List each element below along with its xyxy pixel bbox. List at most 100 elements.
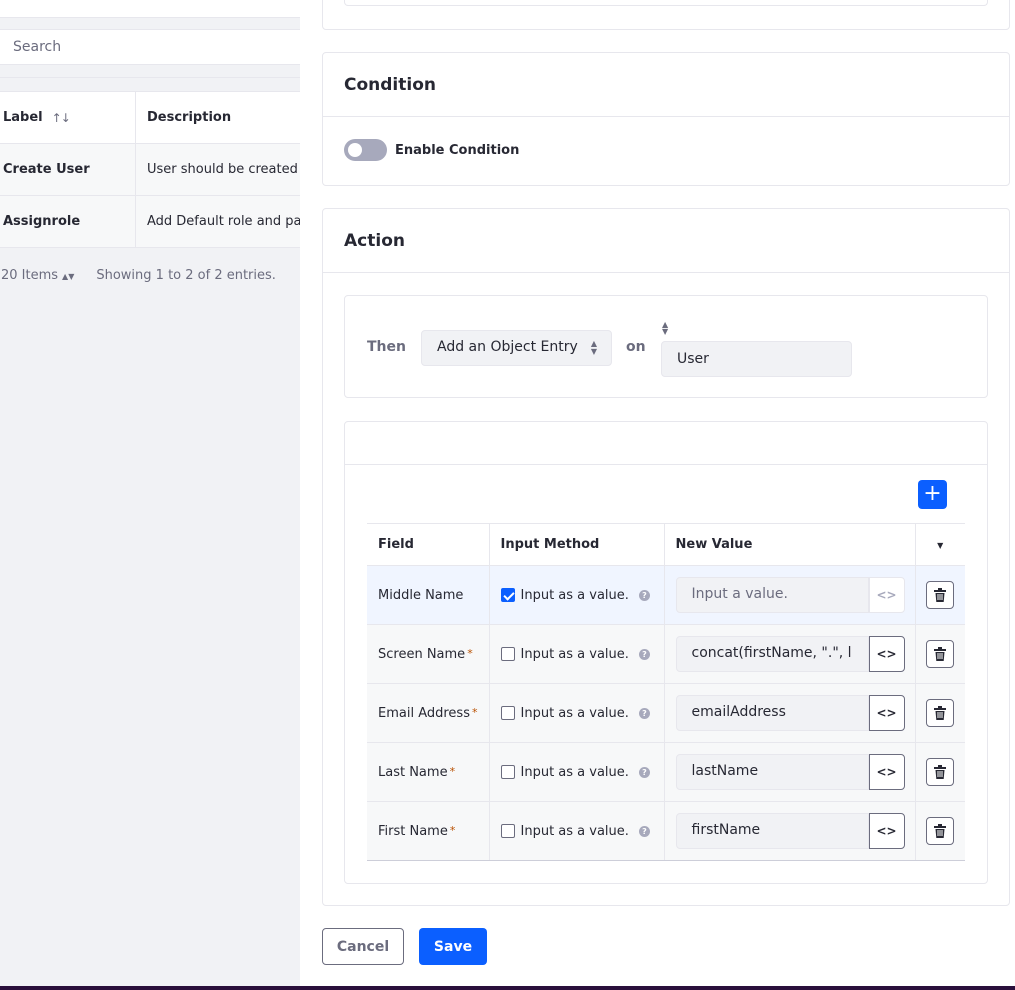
new-value-cell: Input a value. <>	[664, 565, 916, 625]
column-new-value: New Value	[664, 523, 916, 566]
delete-cell	[915, 742, 965, 802]
delete-button[interactable]	[926, 699, 955, 727]
panel-bottom-border	[0, 986, 1015, 990]
field-name: First Name *	[367, 801, 490, 861]
input-as-value-checkbox[interactable]	[500, 647, 515, 661]
trash-icon	[934, 647, 947, 661]
fields-table-header: Field Input Method New Value ▼	[367, 523, 965, 566]
table-row: First Name * Input as a value.? firstName…	[367, 801, 965, 861]
delete-button[interactable]	[926, 758, 955, 786]
value-input[interactable]: firstName	[675, 813, 869, 849]
table-header: Label ↑↓ Description	[0, 92, 300, 144]
code-icon[interactable]: <>	[868, 636, 905, 672]
then-row: Then Add an Object Entry ▲ ▼ on ▲ ▼ User	[344, 295, 988, 398]
value-input[interactable]: concat(firstName, ".", l	[675, 636, 869, 672]
field-name: Middle Name	[367, 565, 490, 625]
input-as-value-checkbox[interactable]	[500, 765, 515, 779]
column-label[interactable]: Label ↑↓	[0, 92, 136, 143]
column-input-method: Input Method	[489, 523, 665, 566]
row-label[interactable]: Create User	[0, 144, 136, 195]
input-method-cell: Input as a value.?	[489, 565, 665, 625]
action-card: Action Then Add an Object Entry ▲ ▼ on ▲ ▼…	[322, 208, 1010, 906]
objects-table: Label ↑↓ Description Create User User sho…	[0, 77, 300, 248]
input-method-cell: Input as a value.?	[489, 624, 665, 684]
delete-cell	[915, 683, 965, 743]
input-as-value-checkbox[interactable]	[500, 824, 515, 838]
delete-button[interactable]	[926, 817, 955, 845]
field-name: Last Name *	[367, 742, 490, 802]
column-field: Field	[367, 523, 490, 566]
value-input[interactable]: Input a value.	[675, 577, 869, 613]
condition-card: Condition Enable Condition	[322, 52, 1010, 186]
delete-cell	[915, 565, 965, 625]
new-value-cell: concat(firstName, ".", l <>	[664, 624, 916, 684]
enable-condition-toggle[interactable]	[344, 139, 387, 161]
input-as-value-checkbox[interactable]	[500, 588, 515, 602]
input-method-cell: Input as a value.?	[489, 683, 665, 743]
column-description: Description	[147, 110, 232, 125]
help-icon[interactable]: ?	[638, 589, 650, 601]
fields-mapping-box: + Field Input Method New Value ▼ Middle …	[344, 421, 988, 884]
cancel-button[interactable]: Cancel	[322, 928, 404, 965]
value-input[interactable]: lastName	[675, 754, 869, 790]
code-icon[interactable]: <>	[868, 577, 905, 613]
then-label: Then	[367, 339, 406, 355]
sort-icon[interactable]: ↑↓	[52, 111, 71, 125]
row-label[interactable]: Assignrole	[0, 196, 136, 247]
required-icon: *	[449, 764, 456, 778]
help-icon[interactable]: ?	[638, 707, 650, 719]
required-icon: *	[471, 705, 478, 719]
table-row: Screen Name * Input as a value.? concat(f…	[367, 624, 965, 684]
delete-button[interactable]	[926, 640, 955, 668]
table-row[interactable]: Assignrole Add Default role and pas	[0, 196, 300, 248]
code-icon[interactable]: <>	[868, 813, 905, 849]
enable-condition-label: Enable Condition	[395, 142, 520, 158]
input-method-label: Input as a value.	[520, 764, 629, 780]
value-input[interactable]: emailAddress	[675, 695, 869, 731]
new-value-cell: lastName <>	[664, 742, 916, 802]
table-row: Email Address * Input as a value.? emailA…	[367, 683, 965, 743]
table-row[interactable]: Create User User should be created w	[0, 144, 300, 196]
help-icon[interactable]: ?	[638, 766, 650, 778]
code-icon[interactable]: <>	[868, 754, 905, 790]
input-method-label: Input as a value.	[520, 823, 629, 839]
delete-button[interactable]	[926, 581, 955, 609]
delete-cell	[915, 624, 965, 684]
help-icon[interactable]: ?	[638, 825, 650, 837]
fields-table: Field Input Method New Value ▼ Middle Na…	[367, 523, 965, 861]
input-as-value-checkbox[interactable]	[500, 706, 515, 720]
input-method-label: Input as a value.	[520, 587, 629, 603]
trash-icon	[934, 824, 947, 838]
object-caret-icon: ▲ ▼	[662, 320, 669, 336]
new-value-cell: emailAddress <>	[664, 683, 916, 743]
help-icon[interactable]: ?	[638, 648, 650, 660]
code-icon[interactable]: <>	[868, 695, 905, 731]
condition-title: Condition	[323, 53, 1009, 117]
pagination-bar: 20 Items ▲▼ Showing 1 to 2 of 2 entries.	[0, 268, 300, 283]
trash-icon	[934, 588, 947, 602]
pagination-results: Showing 1 to 2 of 2 entries.	[96, 268, 276, 283]
required-icon: *	[449, 823, 456, 837]
background-list-page: Search Label ↑↓ Description Create User U…	[0, 0, 300, 990]
save-button[interactable]: Save	[419, 928, 487, 965]
table-row: Last Name * Input as a value.? lastName <>	[367, 742, 965, 802]
action-type-select[interactable]: Add an Object Entry ▲ ▼	[421, 330, 612, 366]
select-caret-icon: ▲ ▼	[590, 339, 597, 356]
items-per-page-select[interactable]: 20 Items ▲▼	[0, 268, 74, 283]
add-field-button[interactable]: +	[918, 480, 947, 509]
row-description: Add Default role and pas	[147, 214, 300, 229]
input-method-cell: Input as a value.?	[489, 742, 665, 802]
field-name: Email Address *	[367, 683, 490, 743]
trash-icon	[934, 706, 947, 720]
new-value-cell: firstName <>	[664, 801, 916, 861]
input-method-label: Input as a value.	[520, 646, 629, 662]
action-title: Action	[323, 209, 1009, 273]
search-input[interactable]: Search	[0, 29, 300, 65]
object-select[interactable]: User	[661, 341, 852, 377]
delete-cell	[915, 801, 965, 861]
plus-icon: +	[923, 481, 942, 506]
action-side-panel: Condition Enable Condition Action Then A…	[300, 0, 1015, 986]
required-icon: *	[467, 646, 473, 660]
column-menu[interactable]: ▼	[915, 523, 965, 566]
caret-down-icon[interactable]: ▼	[937, 541, 943, 550]
